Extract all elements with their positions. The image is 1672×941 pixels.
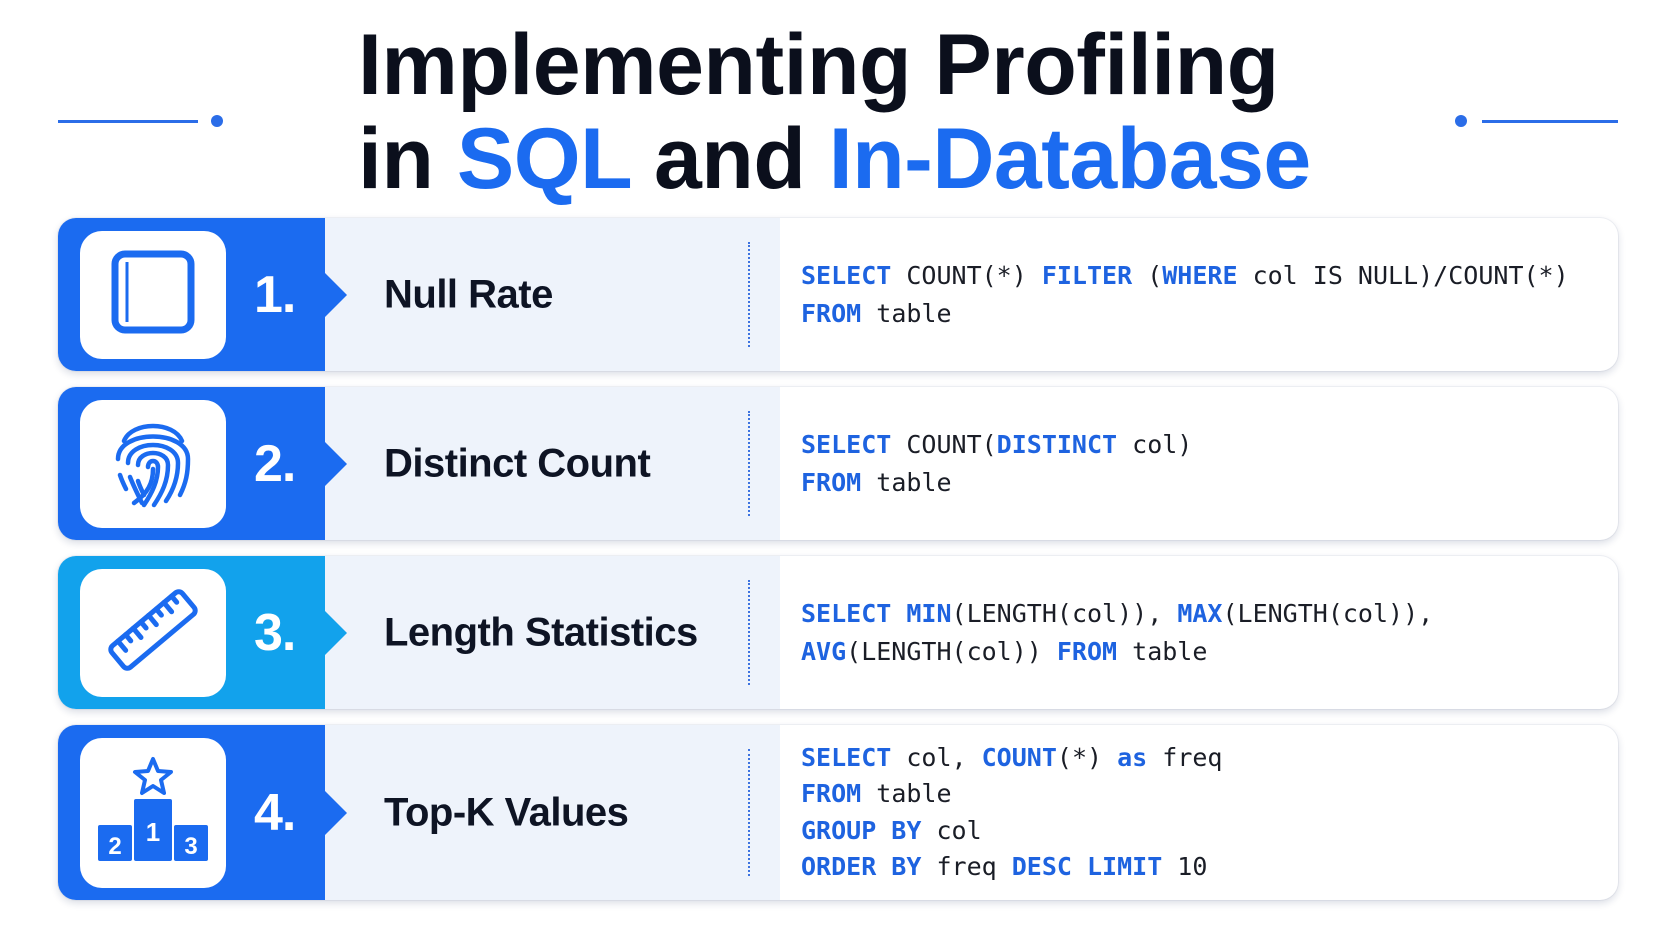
- dotted-divider: [748, 749, 750, 876]
- row-arrow: [325, 441, 347, 486]
- code-line: GROUP BY col: [801, 813, 1222, 850]
- profiling-row-length-statistics: 3. Length Statistics SELECT MIN(LENGTH(c…: [58, 556, 1618, 709]
- icon-tile: [80, 230, 226, 359]
- sql-keyword: SELECT: [801, 429, 892, 459]
- star-icon: [133, 757, 173, 795]
- fingerprint-icon: [108, 411, 198, 516]
- icon-tile: [80, 568, 226, 697]
- sql-text: table: [861, 298, 952, 328]
- code-line: SELECT col, COUNT(*) as freq: [801, 740, 1222, 777]
- sql-code-block: SELECT COUNT(DISTINCT col) FROM table: [801, 426, 1192, 502]
- sql-text: (LENGTH(col)): [846, 636, 1057, 666]
- sql-code-block: SELECT MIN(LENGTH(col)), MAX(LENGTH(col)…: [801, 595, 1433, 671]
- code-line: ORDER BY freq DESC LIMIT 10: [801, 849, 1222, 886]
- square-icon: [109, 248, 197, 341]
- sql-code-block: SELECT col, COUNT(*) as freq FROM table GR…: [801, 740, 1222, 886]
- sql-keyword: SELECT: [801, 742, 892, 772]
- code-line: FROM table: [801, 776, 1222, 813]
- sql-keyword: ORDER BY: [801, 852, 922, 881]
- profiling-row-distinct-count: 2. Distinct Count SELECT COUNT(DISTINCT …: [58, 387, 1618, 540]
- title-accent-sql: SQL: [456, 111, 631, 207]
- code-line: SELECT COUNT(DISTINCT col): [801, 426, 1192, 464]
- sql-text: (: [1132, 260, 1163, 290]
- left-decor-line: [58, 120, 198, 123]
- sql-keyword: MAX: [1177, 598, 1223, 628]
- sql-text: COUNT(: [891, 429, 997, 459]
- code-line: SELECT MIN(LENGTH(col)), MAX(LENGTH(col)…: [801, 595, 1433, 633]
- sql-keyword: WHERE: [1162, 260, 1238, 290]
- row-number: 4.: [254, 783, 296, 842]
- dotted-divider: [748, 580, 750, 685]
- ruler-icon: [103, 580, 203, 685]
- sql-keyword: COUNT: [981, 742, 1057, 772]
- sql-keyword: as: [1117, 742, 1148, 772]
- sql-keyword: FROM: [1056, 636, 1118, 666]
- right-decor-dot: [1455, 115, 1467, 127]
- sql-text: freq: [1147, 742, 1223, 772]
- row-arrow: [325, 790, 347, 835]
- sql-keyword: GROUP BY: [801, 815, 922, 845]
- sql-text: (LENGTH(col)),: [1222, 598, 1434, 628]
- sql-code-block: SELECT COUNT(*) FILTER (WHERE col IS NUL…: [801, 257, 1569, 333]
- sql-keyword: SELECT: [801, 260, 892, 290]
- sql-keyword: FROM: [801, 467, 862, 497]
- sql-keyword: DISTINCT: [996, 429, 1118, 459]
- title-accent-in-database: In-Database: [828, 111, 1312, 207]
- sql-text: table: [1117, 636, 1208, 666]
- icon-tile: 1 2 3: [80, 737, 226, 888]
- right-decor-line: [1482, 120, 1618, 123]
- sql-text: col IS NULL)/COUNT(*): [1237, 260, 1569, 290]
- code-line: SELECT COUNT(*) FILTER (WHERE col IS NUL…: [801, 257, 1569, 295]
- row-number: 2.: [254, 434, 296, 493]
- sql-text: col: [921, 815, 982, 845]
- code-line: FROM table: [801, 295, 1569, 333]
- infographic: Implementing Profiling in SQL and In-Dat…: [0, 0, 1672, 941]
- sql-text: col,: [891, 742, 982, 772]
- sql-text: (*): [1056, 742, 1118, 772]
- podium-label-3: 3: [184, 833, 197, 860]
- sql-text: COUNT(*): [891, 260, 1042, 290]
- metric-name: Length Statistics: [384, 610, 698, 654]
- sql-text: table: [861, 779, 952, 808]
- row-number: 1.: [254, 265, 296, 324]
- podium-label-1: 1: [146, 817, 160, 847]
- code-line: AVG(LENGTH(col)) FROM table: [801, 633, 1433, 671]
- sql-text: freq: [921, 852, 1012, 881]
- sql-keyword: DESC LIMIT: [1011, 852, 1163, 881]
- page-title: Implementing Profiling in SQL and In-Dat…: [358, 18, 1311, 206]
- metric-name: Top-K Values: [384, 790, 629, 834]
- sql-keyword: SELECT: [801, 598, 892, 628]
- row-number: 3.: [254, 603, 296, 662]
- sql-text: (LENGTH(col)),: [951, 598, 1178, 628]
- sql-text: table: [861, 467, 952, 497]
- sql-keyword: FROM: [801, 298, 862, 328]
- podium-label-2: 2: [108, 833, 121, 860]
- code-line: FROM table: [801, 464, 1192, 502]
- sql-text: col): [1117, 429, 1193, 459]
- title-line-2-mid: and: [630, 111, 829, 207]
- row-arrow: [325, 610, 347, 655]
- metric-name: Null Rate: [384, 272, 553, 316]
- metric-name: Distinct Count: [384, 441, 651, 485]
- row-arrow: [325, 272, 347, 317]
- profiling-row-top-k-values: 1 2 3 4. Top-K Values SELECT col, COUNT(…: [58, 725, 1618, 900]
- left-decor-dot: [211, 115, 223, 127]
- profiling-row-null-rate: 1. Null Rate SELECT COUNT(*) FILTER (WHE…: [58, 218, 1618, 371]
- sql-text: 10: [1162, 852, 1208, 881]
- sql-keyword: AVG: [801, 636, 847, 666]
- title-line-2-prefix: in: [358, 111, 457, 207]
- icon-tile: [80, 399, 226, 528]
- title-line-1: Implementing Profiling: [358, 17, 1279, 113]
- sql-keyword: MIN: [906, 598, 952, 628]
- dotted-divider: [748, 242, 750, 347]
- sql-keyword: FILTER: [1041, 260, 1133, 290]
- podium-icon: 1 2 3: [94, 755, 212, 870]
- dotted-divider: [748, 411, 750, 516]
- sql-keyword: FROM: [801, 779, 862, 808]
